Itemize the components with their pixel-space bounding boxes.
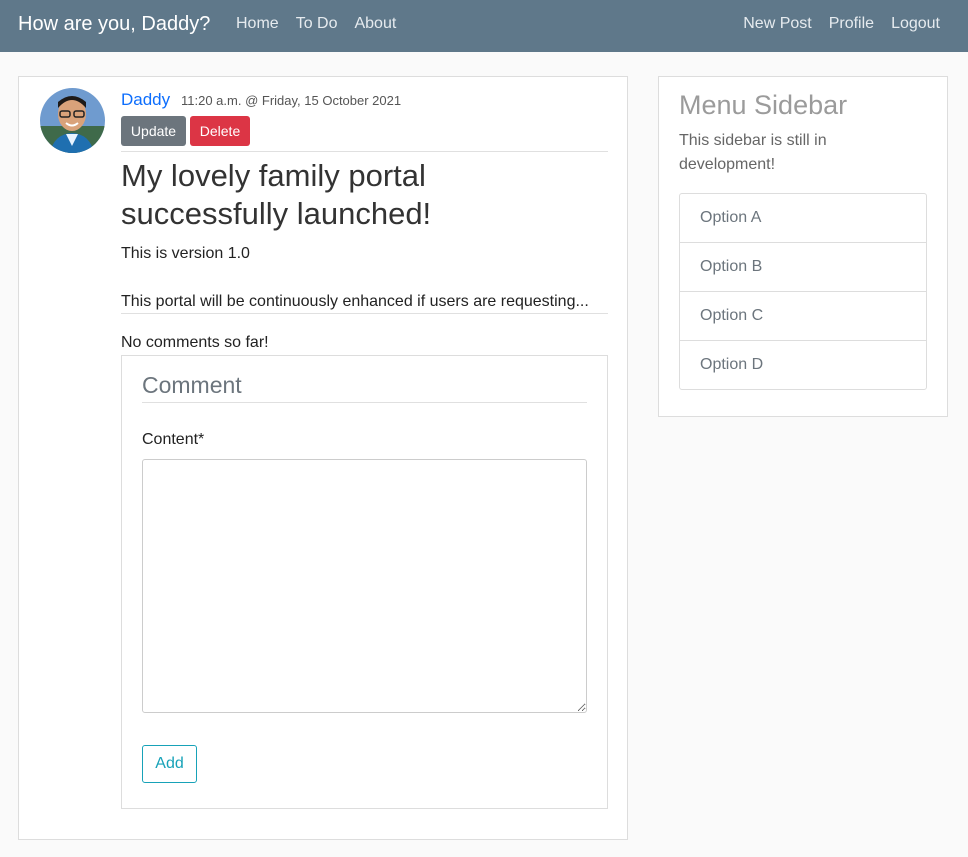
sidebar-option-b[interactable]: Option B: [680, 243, 926, 292]
nav-new-post[interactable]: New Post: [743, 14, 811, 34]
content-textarea[interactable]: [142, 459, 587, 713]
post-timestamp: 11:20 a.m. @ Friday, 15 October 2021: [181, 93, 402, 108]
author-avatar: [40, 88, 105, 153]
nav-logout[interactable]: Logout: [891, 14, 940, 34]
nav-todo[interactable]: To Do: [296, 14, 338, 34]
update-button[interactable]: Update: [121, 116, 186, 146]
menu-sidebar: Menu Sidebar This sidebar is still in de…: [658, 76, 948, 417]
sidebar-description: This sidebar is still in development!: [679, 132, 827, 173]
brand-title[interactable]: How are you, Daddy?: [18, 12, 210, 36]
post-title: My lovely family portal successfully lau…: [121, 158, 432, 231]
top-navbar: How are you, Daddy? Home To Do About New…: [0, 0, 968, 52]
delete-button[interactable]: Delete: [190, 116, 250, 146]
content-label: Content*: [142, 431, 205, 448]
no-comments-text: No comments so far!: [121, 334, 269, 351]
sidebar-option-a[interactable]: Option A: [680, 194, 926, 243]
divider: [121, 313, 608, 314]
author-link[interactable]: Daddy: [121, 90, 170, 110]
comment-form-title: Comment: [142, 372, 242, 398]
post-body-line: This is version 1.0: [121, 245, 250, 262]
divider: [121, 151, 608, 152]
nav-right-group: New Post Profile Logout: [743, 14, 940, 34]
sidebar-option-d[interactable]: Option D: [680, 341, 926, 389]
sidebar-option-c[interactable]: Option C: [680, 292, 926, 341]
post-body-line: This portal will be continuously enhance…: [121, 293, 589, 310]
nav-home[interactable]: Home: [236, 14, 279, 34]
add-comment-button[interactable]: Add: [142, 745, 197, 783]
divider: [142, 402, 587, 403]
post-card: Daddy 11:20 a.m. @ Friday, 15 October 20…: [18, 76, 628, 840]
sidebar-option-list: Option A Option B Option C Option D: [679, 193, 927, 390]
nav-about[interactable]: About: [354, 14, 396, 34]
comment-form: Comment Content* Add: [121, 355, 608, 809]
sidebar-title: Menu Sidebar: [679, 90, 848, 120]
nav-profile[interactable]: Profile: [829, 14, 874, 34]
nav-left-group: Home To Do About: [236, 14, 396, 34]
